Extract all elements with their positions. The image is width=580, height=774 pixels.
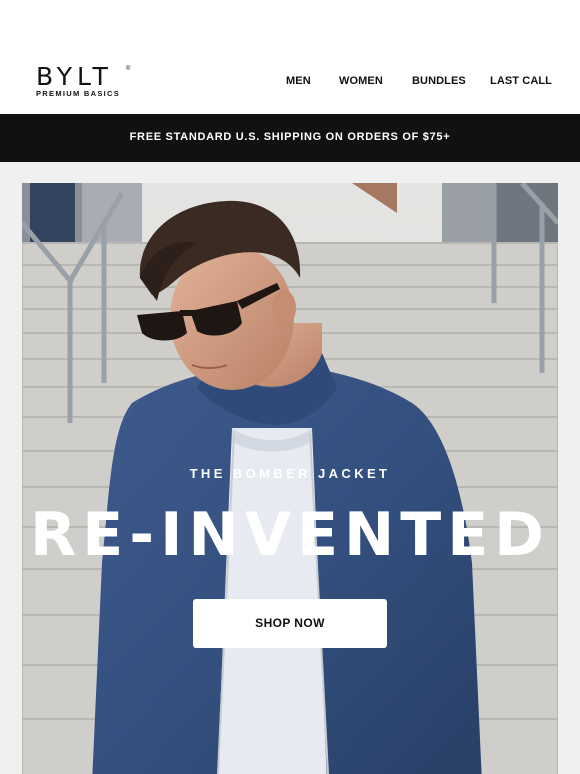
shipping-promo-bar: FREE STANDARD U.S. SHIPPING ON ORDERS OF… [0,114,580,162]
registered-mark: ® [126,66,131,72]
nav-item-last-call[interactable]: LAST CALL [490,75,552,87]
nav-item-men[interactable]: MEN [286,75,311,87]
shop-now-label: SHOP NOW [255,616,325,630]
logo-tagline: PREMIUM BASICS [36,89,121,98]
hero-kicker: THE BOMBER JACKET [189,466,391,481]
shop-now-button[interactable]: SHOP NOW [193,599,387,648]
shipping-promo-text: FREE STANDARD U.S. SHIPPING ON ORDERS OF… [129,131,451,143]
email-header: BYLT ® PREMIUM BASICS MEN WOMEN BUNDLES … [0,0,580,114]
main-nav: MEN WOMEN BUNDLES LAST CALL [0,75,580,89]
nav-item-bundles[interactable]: BUNDLES [412,75,466,87]
nav-item-women[interactable]: WOMEN [339,75,383,87]
hero-headline: RE-INVENTED [30,500,550,570]
